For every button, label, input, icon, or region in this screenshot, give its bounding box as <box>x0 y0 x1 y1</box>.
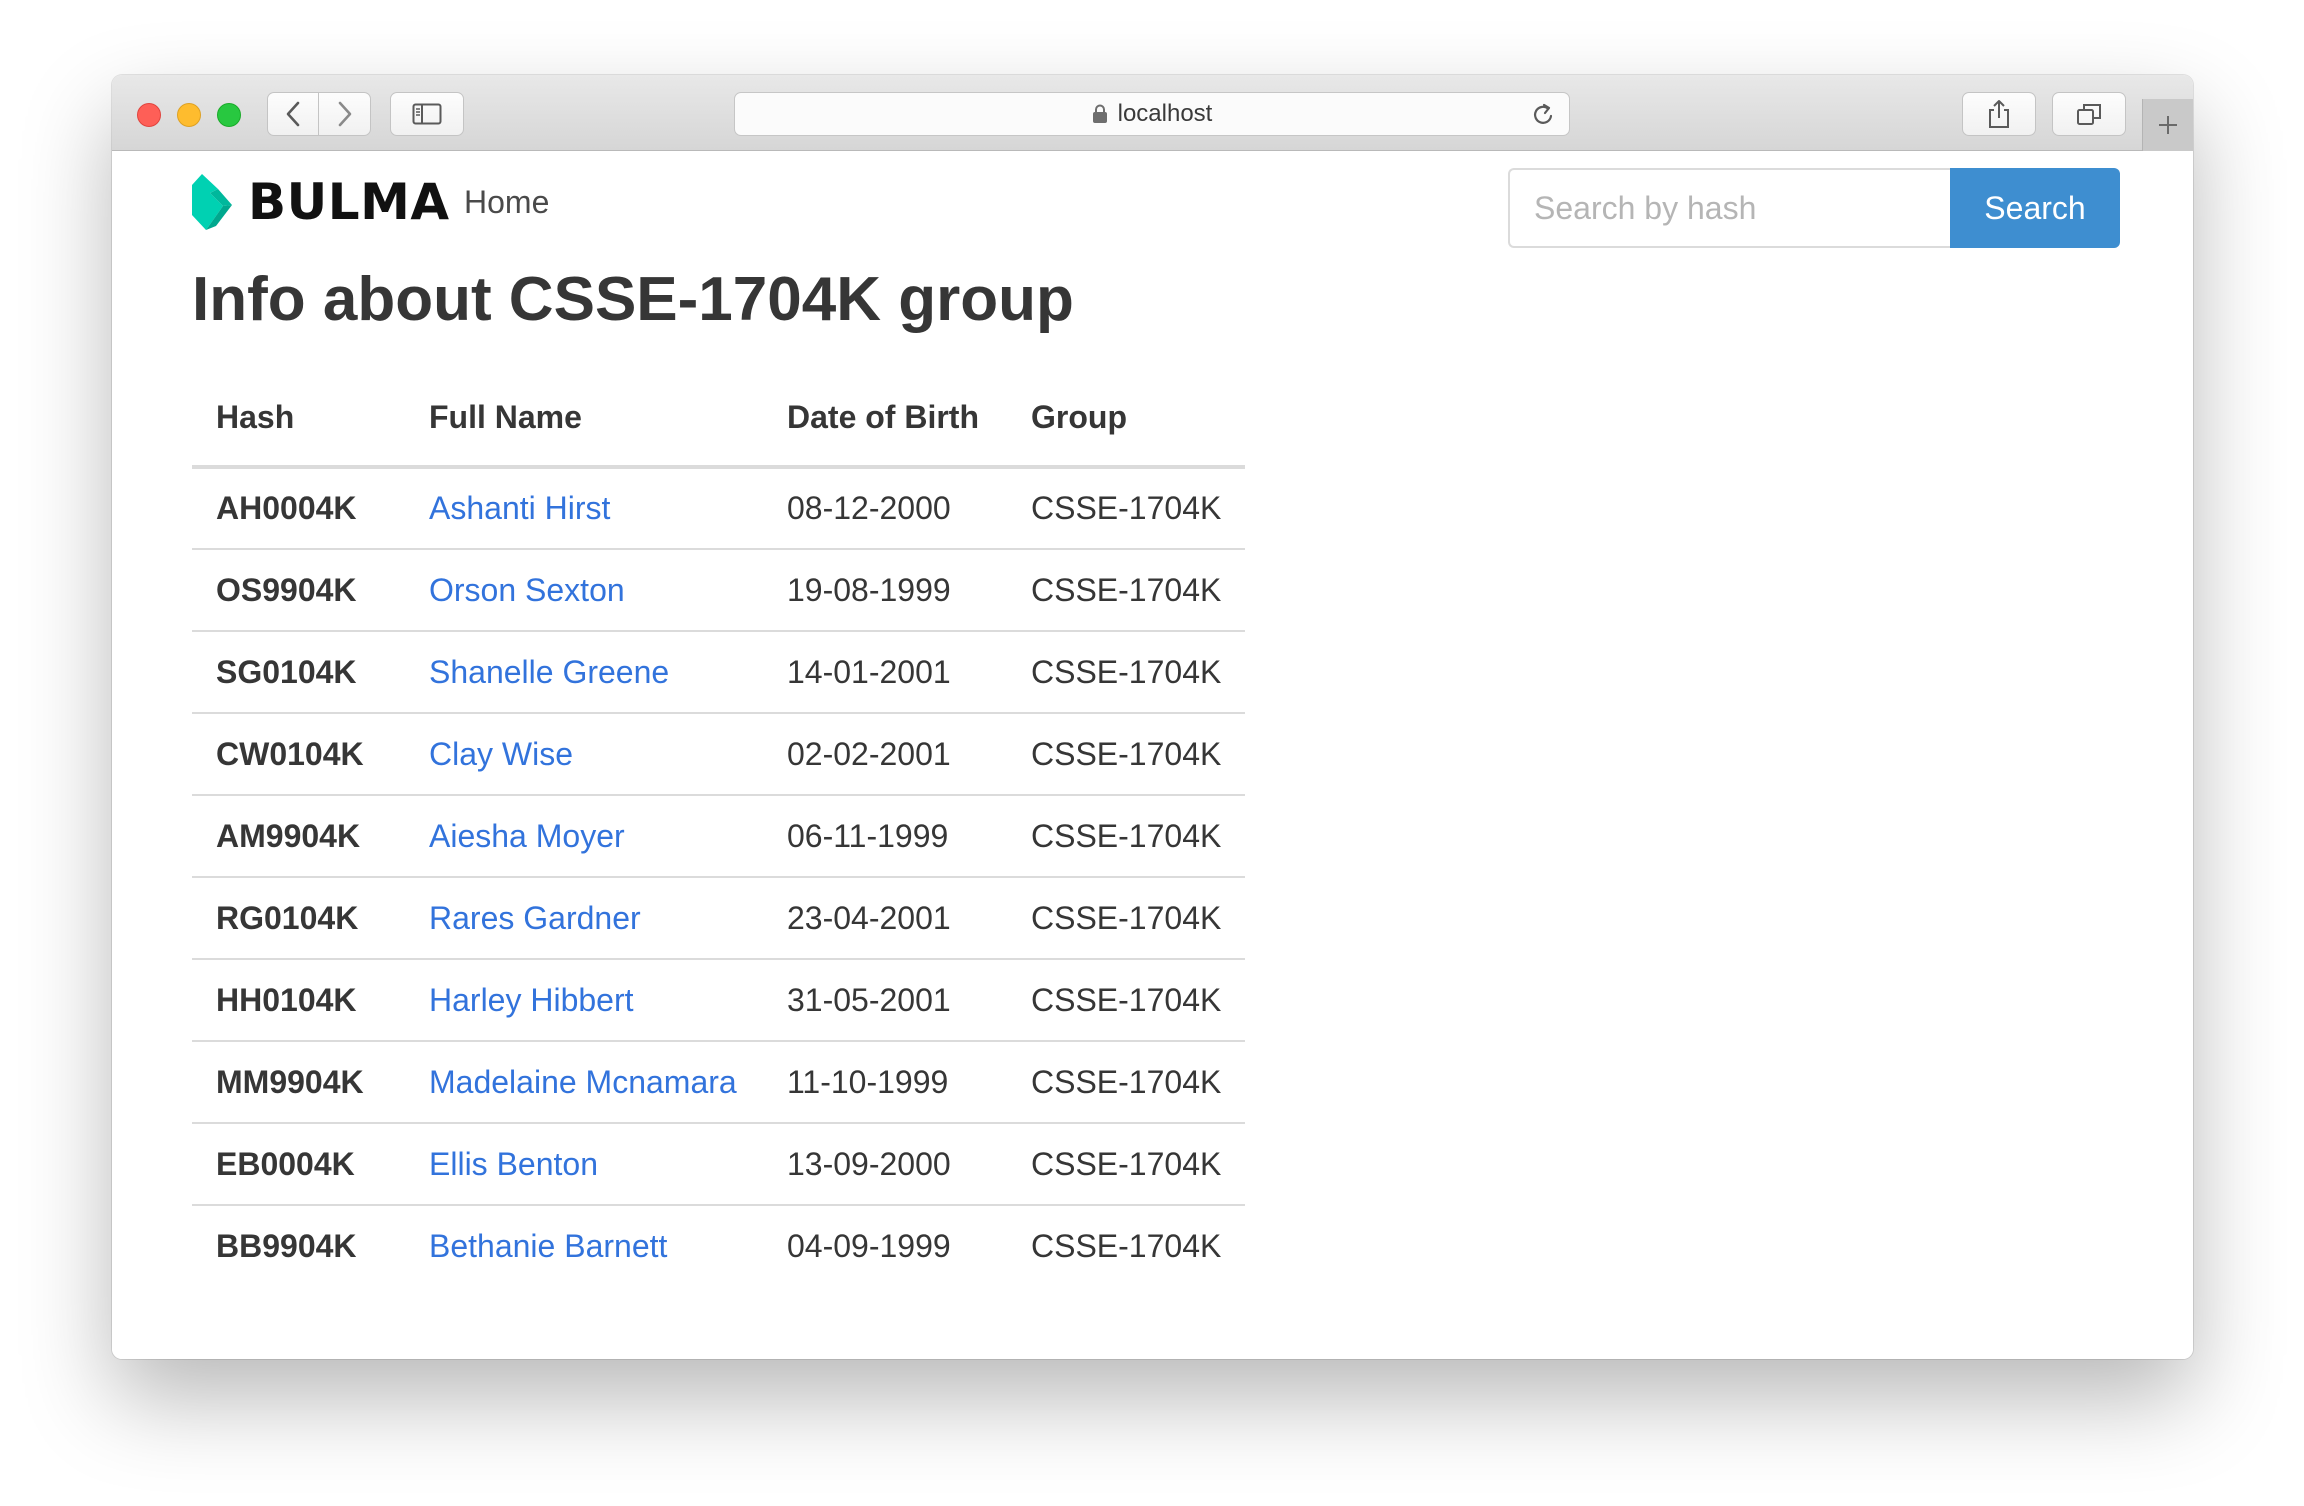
student-group: CSSE-1704K <box>1007 467 1246 550</box>
student-name-link[interactable]: Bethanie Barnett <box>405 1205 763 1287</box>
chevron-right-icon <box>338 101 351 127</box>
student-group: CSSE-1704K <box>1007 713 1246 796</box>
table-row: RG0104K Rares Gardner 23-04-2001 CSSE-17… <box>192 877 1246 960</box>
table-row: CW0104K Clay Wise 02-02-2001 CSSE-1704K <box>192 713 1246 796</box>
lock-icon <box>1092 104 1107 123</box>
tabs-overview-icon <box>2077 104 2101 125</box>
sidebar-toggle-button[interactable] <box>390 92 464 136</box>
column-header-date-of-birth: Date of Birth <box>763 369 1007 469</box>
close-window-button[interactable] <box>137 103 161 127</box>
student-hash: AM9904K <box>192 795 405 878</box>
search-button[interactable]: Search <box>1950 168 2120 248</box>
student-group: CSSE-1704K <box>1007 549 1246 632</box>
student-name-link[interactable]: Ellis Benton <box>405 1123 763 1206</box>
student-group: CSSE-1704K <box>1007 795 1246 878</box>
student-dob: 04-09-1999 <box>787 1228 951 1264</box>
student-hash: EB0004K <box>192 1123 405 1206</box>
student-dob: 02-02-2001 <box>763 713 1007 796</box>
web-page: BULMA Home Search Info about CSSE-1704K … <box>112 152 2193 1359</box>
table-row: OS9904K Orson Sexton 19-08-1999 CSSE-170… <box>192 549 1246 632</box>
bulma-logo-icon <box>192 174 232 230</box>
nav-home-link[interactable]: Home <box>464 184 549 221</box>
student-group: CSSE-1704K <box>1007 631 1246 714</box>
forward-button[interactable] <box>319 93 370 135</box>
student-dob: 06-11-1999 <box>763 795 1007 878</box>
student-name-link[interactable]: Harley Hibbert <box>405 959 763 1042</box>
student-dob: 23-04-2001 <box>763 877 1007 960</box>
student-group: CSSE-1704K <box>1007 1041 1246 1124</box>
site-navbar: BULMA Home Search <box>112 152 2193 252</box>
student-dob: 19-08-1999 <box>763 549 1007 632</box>
student-hash: RG0104K <box>192 877 405 960</box>
browser-window: localhost BULMA Home Search by hash Sear… <box>112 75 2193 1359</box>
back-button[interactable] <box>268 93 319 135</box>
share-icon <box>1989 100 2009 128</box>
brand-logo-link[interactable]: BULMA <box>192 172 450 232</box>
table-row: BB9904K Bethanie Barnett 04-09-1999 CSSE… <box>192 1205 1245 1287</box>
table-row: AH0004K Ashanti Hirst 08-12-2000 CSSE-17… <box>192 467 1246 550</box>
student-hash: BB9904K <box>216 1228 357 1264</box>
search-form: Search <box>1508 168 2120 248</box>
student-hash: SG0104K <box>192 631 405 714</box>
student-hash: OS9904K <box>192 549 405 632</box>
student-dob: 14-01-2001 <box>763 631 1007 714</box>
student-hash: CW0104K <box>192 713 405 796</box>
student-name-link[interactable]: Orson Sexton <box>405 549 763 632</box>
url-text: localhost <box>1117 100 1213 127</box>
student-dob: 08-12-2000 <box>763 467 1007 550</box>
column-header-full-name: Full Name <box>405 369 763 469</box>
plus-icon <box>2159 116 2177 134</box>
student-name-link[interactable]: Madelaine Mcnamara <box>405 1041 763 1124</box>
minimize-window-button[interactable] <box>177 103 201 127</box>
student-hash: AH0004K <box>192 467 405 550</box>
student-group: CSSE-1704K <box>1031 1228 1222 1264</box>
screenshot-stage: localhost BULMA Home Search by hash Sear… <box>0 0 2304 1506</box>
share-button[interactable] <box>1962 92 2036 136</box>
page-title: Info about CSSE-1704K group <box>192 265 1074 334</box>
browser-toolbar: localhost <box>112 75 2193 151</box>
column-header-hash: Hash <box>192 369 405 469</box>
student-group: CSSE-1704K <box>1007 877 1246 960</box>
address-bar[interactable]: localhost <box>734 92 1570 136</box>
brand-name: BULMA <box>248 173 450 231</box>
student-dob: 31-05-2001 <box>763 959 1007 1042</box>
students-table: Hash Full Name Date of Birth Group AH000… <box>192 369 1246 1287</box>
table-row: AM9904K Aiesha Moyer 06-11-1999 CSSE-170… <box>192 795 1246 878</box>
student-name-link[interactable]: Shanelle Greene <box>405 631 763 714</box>
history-nav-group <box>267 92 371 136</box>
table-row: SG0104K Shanelle Greene 14-01-2001 CSSE-… <box>192 631 1246 714</box>
table-row: MM9904K Madelaine Mcnamara 11-10-1999 CS… <box>192 1041 1246 1124</box>
student-name-link[interactable]: Aiesha Moyer <box>405 795 763 878</box>
sidebar-icon <box>412 103 442 125</box>
reload-icon[interactable] <box>1531 102 1555 128</box>
table-header-row: Hash Full Name Date of Birth Group <box>192 369 1246 469</box>
student-dob: 13-09-2000 <box>763 1123 1007 1206</box>
student-group: CSSE-1704K <box>1007 1123 1246 1206</box>
table-row: HH0104K Harley Hibbert 31-05-2001 CSSE-1… <box>192 959 1246 1042</box>
student-group: CSSE-1704K <box>1007 959 1246 1042</box>
search-input[interactable] <box>1508 168 1950 248</box>
student-name-link[interactable]: Clay Wise <box>405 713 763 796</box>
zoom-window-button[interactable] <box>217 103 241 127</box>
chevron-left-icon <box>286 101 300 127</box>
tab-overview-button[interactable] <box>2052 92 2126 136</box>
student-hash: HH0104K <box>192 959 405 1042</box>
student-name-link[interactable]: Ashanti Hirst <box>405 467 763 550</box>
new-tab-button[interactable] <box>2142 99 2193 151</box>
student-hash: MM9904K <box>192 1041 405 1124</box>
column-header-group: Group <box>1007 369 1246 469</box>
student-name-link[interactable]: Rares Gardner <box>405 877 763 960</box>
students-table-body: AH0004K Ashanti Hirst 08-12-2000 CSSE-17… <box>192 467 1246 1287</box>
table-row: EB0004K Ellis Benton 13-09-2000 CSSE-170… <box>192 1123 1246 1206</box>
student-dob: 11-10-1999 <box>763 1041 1007 1124</box>
